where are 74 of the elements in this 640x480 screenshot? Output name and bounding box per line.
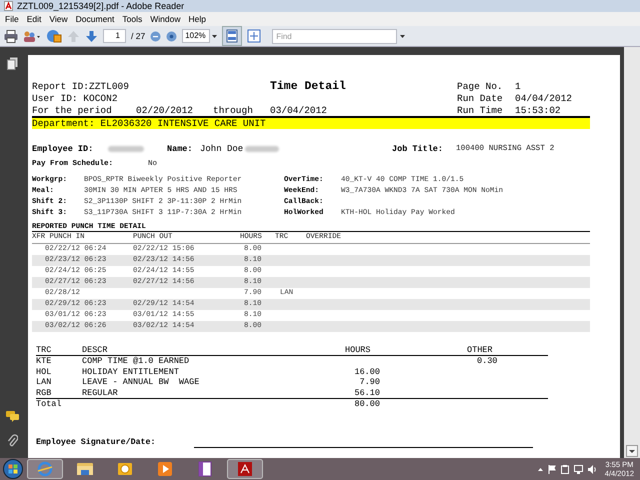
zoom-in-icon[interactable] xyxy=(166,30,178,42)
full-screen-icon[interactable] xyxy=(247,29,262,43)
paperclip-icon[interactable] xyxy=(6,434,18,448)
menu-item[interactable]: Help xyxy=(188,14,206,24)
table-cell-text: REGULAR xyxy=(82,388,119,398)
field-label: Run Date xyxy=(457,93,504,105)
table-cell-text: 16.00 xyxy=(353,366,380,377)
print-icon[interactable] xyxy=(4,30,18,42)
globe-icon[interactable] xyxy=(46,29,62,43)
scrollbar[interactable] xyxy=(624,47,640,458)
table-cell-text: HOL xyxy=(36,366,52,377)
field-label: Employee ID: xyxy=(32,143,94,155)
caret-icon[interactable] xyxy=(400,34,406,38)
table-cell-text: 7.90 xyxy=(358,377,380,388)
pdf-icon xyxy=(4,1,13,11)
find-field[interactable]: Find xyxy=(272,28,398,44)
zoom-field[interactable]: 102% xyxy=(182,29,210,43)
table-cell-text: LEAVE - ANNUAL BW WAGE xyxy=(82,377,200,388)
table-cell-text: 56.10 xyxy=(353,388,380,398)
field-label: Job Title: xyxy=(392,143,444,155)
scroll-down-icon[interactable] xyxy=(626,445,638,457)
redaction-mark xyxy=(108,146,144,152)
total-value: 80.00 xyxy=(353,399,380,410)
field-value: 1 xyxy=(515,81,521,93)
table-cell-text: RGB xyxy=(36,388,52,398)
clipboard-icon[interactable] xyxy=(560,464,569,474)
field-value: 15:53:02 xyxy=(515,105,561,116)
column-header: HOURS xyxy=(345,345,372,355)
column-header: TRC xyxy=(36,345,52,355)
pdf-app-icon[interactable] xyxy=(227,459,263,479)
table-cell-text: LAN xyxy=(36,377,52,388)
report-title: Time Detail xyxy=(270,81,347,93)
speaker-icon[interactable] xyxy=(588,464,597,474)
field-label: Name: xyxy=(167,143,194,155)
start-button-icon[interactable] xyxy=(3,459,23,479)
employee-name: John Doe xyxy=(200,143,244,155)
report-id: Report ID:ZZTL009 xyxy=(32,81,130,93)
table-cell-text: COMP TIME @1.0 EARNED xyxy=(82,356,190,366)
field-label: Run Time xyxy=(457,105,504,116)
menu-item[interactable]: View xyxy=(49,14,68,24)
table-cell-text: KTE xyxy=(36,356,52,366)
caret-icon[interactable] xyxy=(212,34,218,38)
field-value: 04/04/2012 xyxy=(515,93,572,105)
period-through: through xyxy=(213,105,254,116)
period-start: 02/20/2012 xyxy=(136,105,194,116)
period-end: 03/04/2012 xyxy=(270,105,328,116)
table-cell-text: HOLIDAY ENTITLEMENT xyxy=(82,366,180,377)
menu-item[interactable]: Edit xyxy=(26,14,42,24)
user-id: User ID: KOCON2 xyxy=(32,93,119,105)
page-count: / 27 xyxy=(131,30,146,42)
signature-label: Employee Signature/Date: xyxy=(36,437,156,448)
menu-item[interactable]: File xyxy=(5,14,19,24)
menu-item[interactable]: Tools xyxy=(122,14,142,24)
department-text: Department: EL2036320 INTENSIVE CARE UNIT xyxy=(32,118,266,129)
redaction-mark xyxy=(245,146,279,152)
monitor-icon[interactable] xyxy=(574,464,583,474)
caret-icon[interactable] xyxy=(538,468,543,470)
column-header: OTHER xyxy=(467,345,493,355)
column-header: DESCR xyxy=(82,345,109,355)
window-title: ZZTL009_1215349[2].pdf - Adobe Reader xyxy=(17,2,184,10)
down-arrow-icon[interactable] xyxy=(85,30,98,42)
comments-icon[interactable] xyxy=(6,411,18,422)
page-number-field[interactable]: 1 xyxy=(103,29,126,43)
fit-page-icon[interactable] xyxy=(222,26,242,46)
total-label: Total xyxy=(36,399,63,410)
period-label: For the period xyxy=(32,105,113,116)
zoom-out-icon[interactable] xyxy=(150,30,162,42)
menu-item[interactable]: Window xyxy=(150,14,180,24)
pages-icon[interactable] xyxy=(6,57,18,70)
flag-icon[interactable] xyxy=(548,464,556,474)
people-icon[interactable] xyxy=(23,30,41,42)
menu-item[interactable]: Document xyxy=(76,14,114,24)
table-cell: 0.30 xyxy=(477,356,498,366)
field-label: Page No. xyxy=(457,81,504,93)
